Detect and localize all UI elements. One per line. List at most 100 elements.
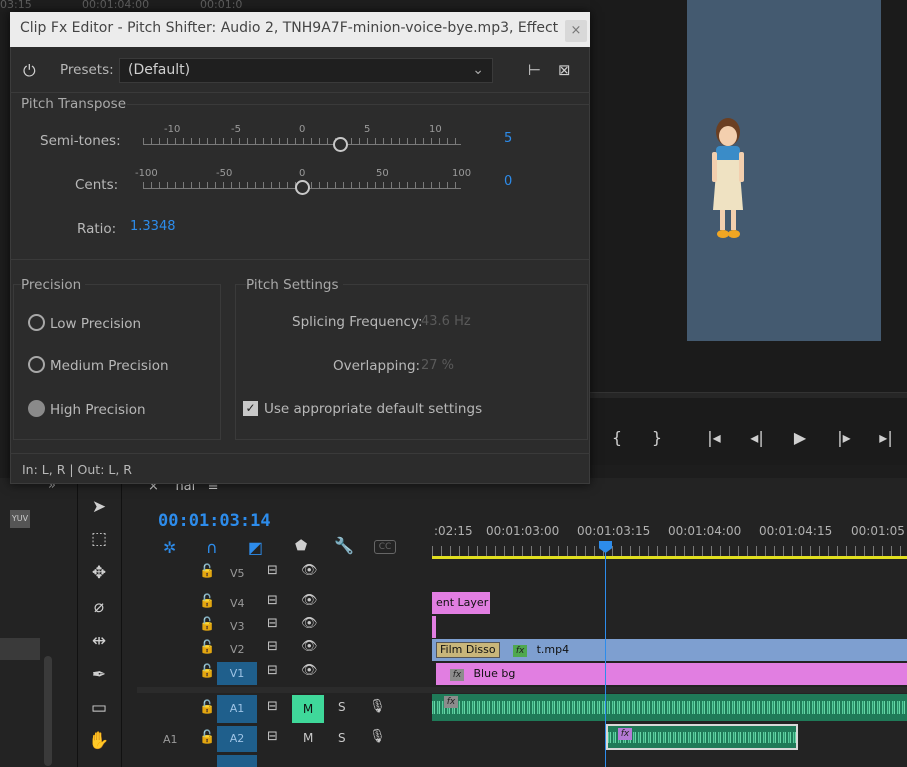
track-select-tool-icon[interactable]: ⬚ xyxy=(86,526,112,552)
track-header-v2: 🔓 V2 ⊟ 👁 xyxy=(137,638,432,662)
pen-tool-icon[interactable]: ✒ xyxy=(86,662,112,688)
divider xyxy=(10,92,590,93)
high-precision-radio[interactable] xyxy=(28,400,45,417)
playhead-timecode[interactable]: 00:01:03:14 xyxy=(158,511,271,531)
cents-value[interactable]: 0 xyxy=(504,174,512,189)
lock-icon[interactable]: 🔓 xyxy=(199,564,215,579)
work-area-bar[interactable] xyxy=(432,556,907,559)
sync-lock-icon[interactable]: ⊟ xyxy=(267,699,278,714)
solo-button-a2[interactable]: S xyxy=(338,731,346,745)
sync-lock-icon[interactable]: ⊟ xyxy=(267,616,278,631)
snap-magnet-icon[interactable]: ∩ xyxy=(206,538,218,557)
mark-out-button[interactable]: } xyxy=(645,428,669,447)
mute-button-a2[interactable]: M xyxy=(303,731,313,745)
fx-badge[interactable]: fx xyxy=(618,728,632,740)
eye-icon[interactable]: 👁 xyxy=(301,593,318,608)
hand-tool-icon[interactable]: ✋ xyxy=(86,728,112,754)
default-settings-checkbox[interactable]: ✓ xyxy=(243,401,258,416)
adjustment-layer-clip[interactable]: ent Layer xyxy=(432,592,490,614)
fx-badge[interactable]: fx xyxy=(444,696,458,708)
default-settings-label[interactable]: Use appropriate default settings xyxy=(264,401,482,417)
sync-lock-icon[interactable]: ⊟ xyxy=(267,663,278,678)
background-ruler: 03:15 00:01:04:00 00:01:0 xyxy=(0,0,600,12)
razor-tool-icon[interactable]: ⌀ xyxy=(86,594,112,620)
tick-label: 5 xyxy=(364,124,371,135)
video-frame xyxy=(687,0,881,341)
sync-lock-icon[interactable]: ⊟ xyxy=(267,729,278,744)
step-forward-button[interactable]: |▸ xyxy=(832,428,856,447)
eye-icon[interactable]: 👁 xyxy=(301,616,318,631)
lock-icon[interactable]: 🔓 xyxy=(199,617,215,632)
semitones-slider-track[interactable] xyxy=(143,144,461,145)
routing-icon[interactable]: ⊢ xyxy=(528,61,541,79)
fx-badge[interactable]: fx xyxy=(513,645,528,657)
radio-label[interactable]: Low Precision xyxy=(50,316,141,332)
track-target-a3[interactable] xyxy=(217,755,257,767)
linked-selection-icon[interactable]: ◩ xyxy=(248,538,263,557)
go-to-out-button[interactable]: ▸| xyxy=(874,428,898,447)
radio-label[interactable]: High Precision xyxy=(50,402,146,418)
blue-bg-clip[interactable]: fx Blue bg xyxy=(436,663,907,685)
audio-clip-a2-selected[interactable]: fx xyxy=(606,724,798,750)
add-marker-icon[interactable]: ⬟ xyxy=(295,538,307,554)
mark-in-button[interactable]: { xyxy=(605,428,629,447)
cents-label: Cents: xyxy=(75,177,119,193)
mute-button-a1[interactable]: M xyxy=(292,695,324,723)
overlapping-value[interactable]: 27 % xyxy=(421,358,454,373)
fx-badge[interactable]: fx xyxy=(450,669,464,681)
lock-icon[interactable]: 🔓 xyxy=(199,640,215,655)
audio-clip-a1[interactable]: fx xyxy=(432,694,907,721)
low-precision-radio[interactable] xyxy=(28,314,45,331)
lock-icon[interactable]: 🔓 xyxy=(199,730,215,745)
list-item[interactable] xyxy=(0,638,40,660)
semitones-value[interactable]: 5 xyxy=(504,131,512,146)
sync-lock-icon[interactable]: ⊟ xyxy=(267,563,278,578)
slip-tool-icon[interactable]: ⇹ xyxy=(86,628,112,654)
captions-icon[interactable]: CC xyxy=(374,540,396,554)
solo-button-a1[interactable]: S xyxy=(338,700,346,714)
close-dialog-button[interactable]: × xyxy=(565,20,587,42)
presets-label: Presets: xyxy=(60,62,114,78)
splicing-frequency-value[interactable]: 43.6 Hz xyxy=(421,314,471,329)
semitones-slider-knob[interactable] xyxy=(332,137,348,152)
go-to-in-button[interactable]: |◂ xyxy=(702,428,726,447)
lock-icon[interactable]: 🔓 xyxy=(199,700,215,715)
v3-clip[interactable] xyxy=(432,616,436,638)
tick-label: 50 xyxy=(376,168,389,179)
film-dissolve-transition[interactable]: Film Disso xyxy=(436,642,500,658)
lock-icon[interactable]: 🔓 xyxy=(199,664,215,679)
clip-name: t.mp4 xyxy=(536,643,570,656)
presets-dropdown[interactable]: (Default) ⌄ xyxy=(119,58,493,83)
yuv-icon[interactable]: YUV xyxy=(10,510,30,528)
scrollbar[interactable] xyxy=(44,656,52,766)
tmp4-clip[interactable]: Film Disso fx t.mp4 xyxy=(432,639,907,661)
sync-lock-icon[interactable]: ⊟ xyxy=(267,593,278,608)
microphone-icon[interactable]: 🎙 xyxy=(369,699,386,714)
sync-lock-icon[interactable]: ⊟ xyxy=(267,639,278,654)
delete-preset-icon[interactable]: ⊠ xyxy=(558,61,571,79)
eye-icon[interactable]: 👁 xyxy=(301,639,318,654)
play-button[interactable]: ▶ xyxy=(788,428,812,447)
lock-icon[interactable]: 🔓 xyxy=(199,594,215,609)
microphone-icon[interactable]: 🎙 xyxy=(369,729,386,744)
radio-label[interactable]: Medium Precision xyxy=(50,358,169,374)
overlapping-label: Overlapping: xyxy=(333,358,421,374)
ripple-edit-tool-icon[interactable]: ✥ xyxy=(86,560,112,586)
selection-tool-icon[interactable]: ➤ xyxy=(86,494,112,520)
nest-icon[interactable]: ✲ xyxy=(163,538,176,557)
ruler-label: 00:01:05 xyxy=(851,524,905,538)
ratio-value: 1.3348 xyxy=(130,219,176,234)
cents-slider-knob[interactable] xyxy=(294,180,310,195)
eye-icon[interactable]: 👁 xyxy=(301,663,318,678)
divider xyxy=(10,453,590,454)
monitor-scrub-bar[interactable] xyxy=(590,392,907,398)
power-icon[interactable]: ⏻ xyxy=(23,61,36,81)
medium-precision-radio[interactable] xyxy=(28,356,45,373)
preset-value: (Default) xyxy=(128,62,191,78)
video-audio-divider[interactable] xyxy=(137,687,907,693)
rectangle-tool-icon[interactable]: ▭ xyxy=(86,695,112,721)
step-back-button[interactable]: ◂| xyxy=(745,428,769,447)
wrench-icon[interactable]: 🔧 xyxy=(334,536,354,555)
eye-icon[interactable]: 👁 xyxy=(301,563,318,578)
playhead-line[interactable] xyxy=(605,548,606,767)
